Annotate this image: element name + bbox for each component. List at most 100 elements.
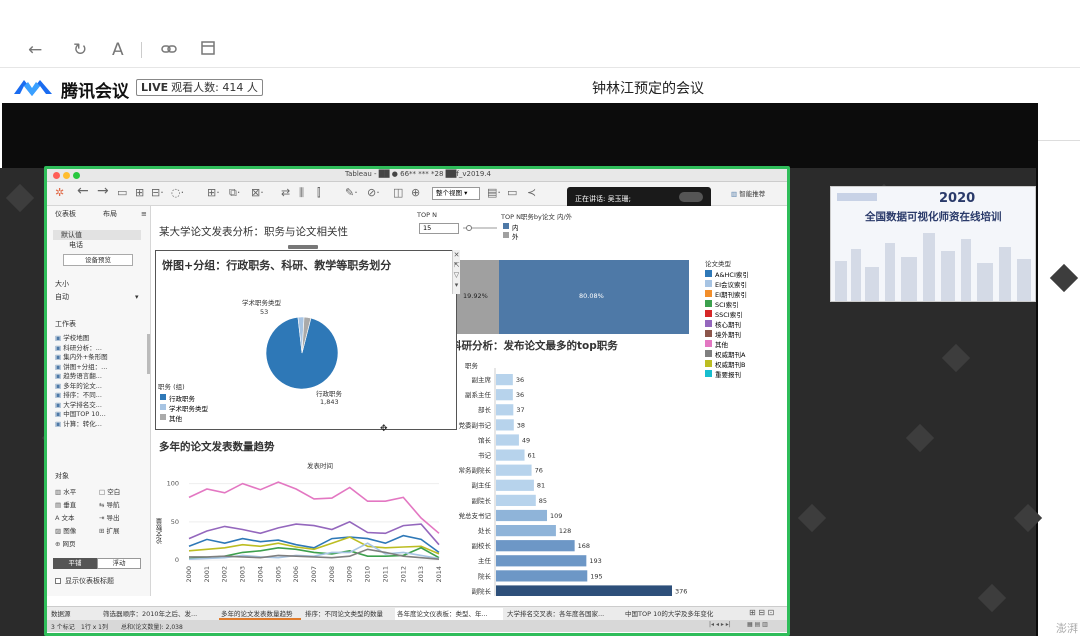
topn-slider[interactable] — [461, 223, 499, 233]
sheet-list-item[interactable]: ▣ 集内外+条形图 — [55, 353, 108, 362]
show-cards-icon[interactable]: ▤· — [487, 186, 501, 199]
back-arrow-icon[interactable]: ← — [28, 40, 42, 60]
sheet-icon: ▣ — [55, 353, 64, 361]
reader-icon[interactable]: A — [112, 40, 124, 60]
save-icon[interactable]: ▭ — [117, 186, 127, 199]
close-window-icon[interactable] — [53, 172, 60, 179]
object-item[interactable]: ▨ 图像 — [55, 525, 76, 535]
maximize-window-icon[interactable] — [73, 172, 80, 179]
size-select[interactable]: 自动 — [55, 293, 69, 302]
sheet-list-item[interactable]: ▣ 学校地图 — [55, 334, 89, 343]
legend-label[interactable]: 境外期刊 — [715, 329, 741, 339]
sheet-tab[interactable]: 大学排名交叉表：各年度各国家... — [505, 608, 621, 620]
tab-dashboard[interactable]: 仪表板 — [55, 210, 76, 219]
sheet-name: 饼图+分组：... — [63, 362, 108, 371]
new-datasource-icon[interactable]: ⊞ — [135, 186, 144, 199]
bar — [496, 555, 587, 567]
sheet-tab[interactable]: 排序：不同论文类型的数量 — [303, 608, 393, 620]
legend-label[interactable]: SSCI索引 — [715, 309, 743, 319]
share-icon[interactable]: ≺ — [527, 186, 536, 199]
popup-drag-handle[interactable] — [288, 245, 318, 249]
popup-filter-icon[interactable]: ▽ — [454, 271, 459, 279]
show-title-checkbox[interactable] — [55, 578, 61, 584]
pie-chart-popup[interactable]: 饼图+分组：行政职务、科研、教学等职务划分 学术职务类型 53 行政职务 1,8… — [155, 245, 460, 434]
object-item[interactable]: ▥ 水平 — [55, 486, 76, 496]
view-size-value: 整个视图 — [436, 189, 462, 197]
highlight-icon[interactable]: ✎· — [345, 186, 358, 199]
link-icon[interactable] — [160, 40, 178, 63]
video-thumbnail[interactable]: 2020 全国数据可视化师资在线培训 — [830, 186, 1036, 302]
panel-menu-icon[interactable]: ≡ — [141, 210, 147, 219]
labels-icon[interactable]: ◫ — [393, 186, 403, 199]
tab-layout[interactable]: 布局 — [103, 210, 117, 219]
sheet-tab[interactable]: 数据源 — [49, 608, 99, 620]
object-item[interactable]: ⇥ 导出 — [99, 512, 120, 522]
bar — [496, 434, 519, 446]
legend-label[interactable]: EI会议索引 — [715, 279, 747, 289]
object-item[interactable]: ⊞ 扩展 — [99, 525, 120, 535]
presentation-icon[interactable]: ▭ — [507, 186, 517, 199]
paper-types-title: 论文类型 — [705, 260, 731, 268]
object-item[interactable]: A 文本 — [55, 512, 75, 522]
legend-label[interactable]: 权威期刊A — [715, 349, 745, 359]
clear-icon[interactable]: ⊠· — [251, 186, 264, 199]
sheet-list-item[interactable]: ▣ 多年的论文... — [55, 382, 102, 391]
object-item[interactable]: ▤ 垂直 — [55, 499, 76, 509]
legend-label[interactable]: SCI索引 — [715, 299, 739, 309]
sheet-tab[interactable]: 筛选器顺序：2010年之后、发... — [101, 608, 217, 620]
view-size-select[interactable]: 整个视图 ▾ — [432, 187, 480, 200]
group-icon[interactable]: ⊘· — [367, 186, 380, 199]
popup-goto-sheet-icon[interactable]: ⇱ — [454, 261, 460, 269]
show-me-button[interactable]: ▥ 智能推荐 — [731, 188, 765, 198]
legend-swatch — [705, 350, 712, 357]
sheet-nav-icons[interactable]: |◂ ◂ ▸ ▸| — [709, 621, 731, 628]
sheet-view-icons[interactable]: ▦ ▤ ▥ — [747, 621, 768, 628]
new-sheet-icon[interactable]: ⊞· — [207, 186, 220, 199]
device-preview-button[interactable]: 设备预览 — [63, 254, 133, 266]
legend-label[interactable]: EI期刊索引 — [715, 289, 747, 299]
legend-label[interactable]: 核心期刊 — [715, 319, 741, 329]
legend-label[interactable]: 重要报刊 — [715, 369, 741, 379]
sheet-icon: ▣ — [55, 400, 64, 409]
legend-label[interactable]: 权威期刊B — [715, 359, 745, 369]
sheet-scrollbar[interactable] — [147, 334, 150, 374]
legend-label[interactable]: A&HCI索引 — [715, 269, 749, 279]
sheet-list-item[interactable]: ▣ 饼图+分组：... — [55, 363, 107, 372]
redo-icon[interactable]: → — [97, 183, 109, 199]
minimize-window-icon[interactable] — [63, 172, 70, 179]
legend-label[interactable]: 其他 — [715, 339, 728, 349]
sheet-list-item[interactable]: ▣ 排序：不同... — [55, 391, 102, 400]
sheet-tab[interactable]: 多年的论文发表数量趋势 — [219, 608, 301, 620]
tile-button[interactable]: 平铺 — [53, 558, 97, 569]
topn-input[interactable]: 15 — [419, 223, 459, 234]
sheet-tab[interactable]: 各年度论文仪表板：类型、年... — [395, 608, 503, 620]
duplicate-icon[interactable]: ⧉· — [229, 186, 240, 200]
sheet-list-item[interactable]: ▣ 计算：转化... — [55, 420, 102, 429]
object-item[interactable]: □ 空白 — [99, 486, 120, 496]
window-icon[interactable] — [200, 40, 216, 61]
popup-close-icon[interactable]: ✕ — [454, 251, 460, 259]
fix-axes-icon[interactable]: ⊕ — [411, 186, 420, 199]
size-chevron-icon[interactable]: ▾ — [135, 293, 139, 302]
datasource-icon[interactable]: ⊟· — [151, 186, 164, 199]
sort-asc-icon[interactable]: ⫼ — [299, 186, 304, 200]
float-button[interactable]: 浮动 — [97, 558, 141, 569]
new-tab-icons[interactable]: ⊞ ⊟ ⊡ — [749, 608, 774, 617]
refresh-data-icon[interactable]: ◌· — [171, 186, 184, 199]
popup-more-icon[interactable]: ▾ — [455, 281, 459, 289]
sheet-list-item[interactable]: ▣ 趋势语言翻... — [55, 372, 102, 381]
refresh-icon[interactable]: ↻ — [73, 40, 87, 60]
device-phone[interactable]: 电话 — [69, 241, 83, 250]
sheet-list-item[interactable]: ▣ 中国TOP 10... — [55, 410, 106, 419]
pie-slice-label-title: 学术职务类型 — [242, 299, 281, 307]
sheet-list-item[interactable]: ▣ 科研分析：... — [55, 344, 102, 353]
sheet-list-item[interactable]: ▣ 大学排名交... — [55, 401, 102, 410]
sort-desc-icon[interactable]: ⫿ — [317, 186, 321, 200]
object-item[interactable]: ⊕ 网页 — [55, 538, 76, 548]
sheet-tab[interactable]: 中国TOP 10的大学及多年变化 — [623, 608, 731, 620]
object-item[interactable]: ⇆ 导航 — [99, 499, 120, 509]
bar — [496, 494, 536, 506]
undo-icon[interactable]: ← — [77, 183, 89, 199]
swap-icon[interactable]: ⇄ — [281, 186, 290, 199]
popup-move-icon[interactable]: ✥ — [380, 424, 388, 434]
